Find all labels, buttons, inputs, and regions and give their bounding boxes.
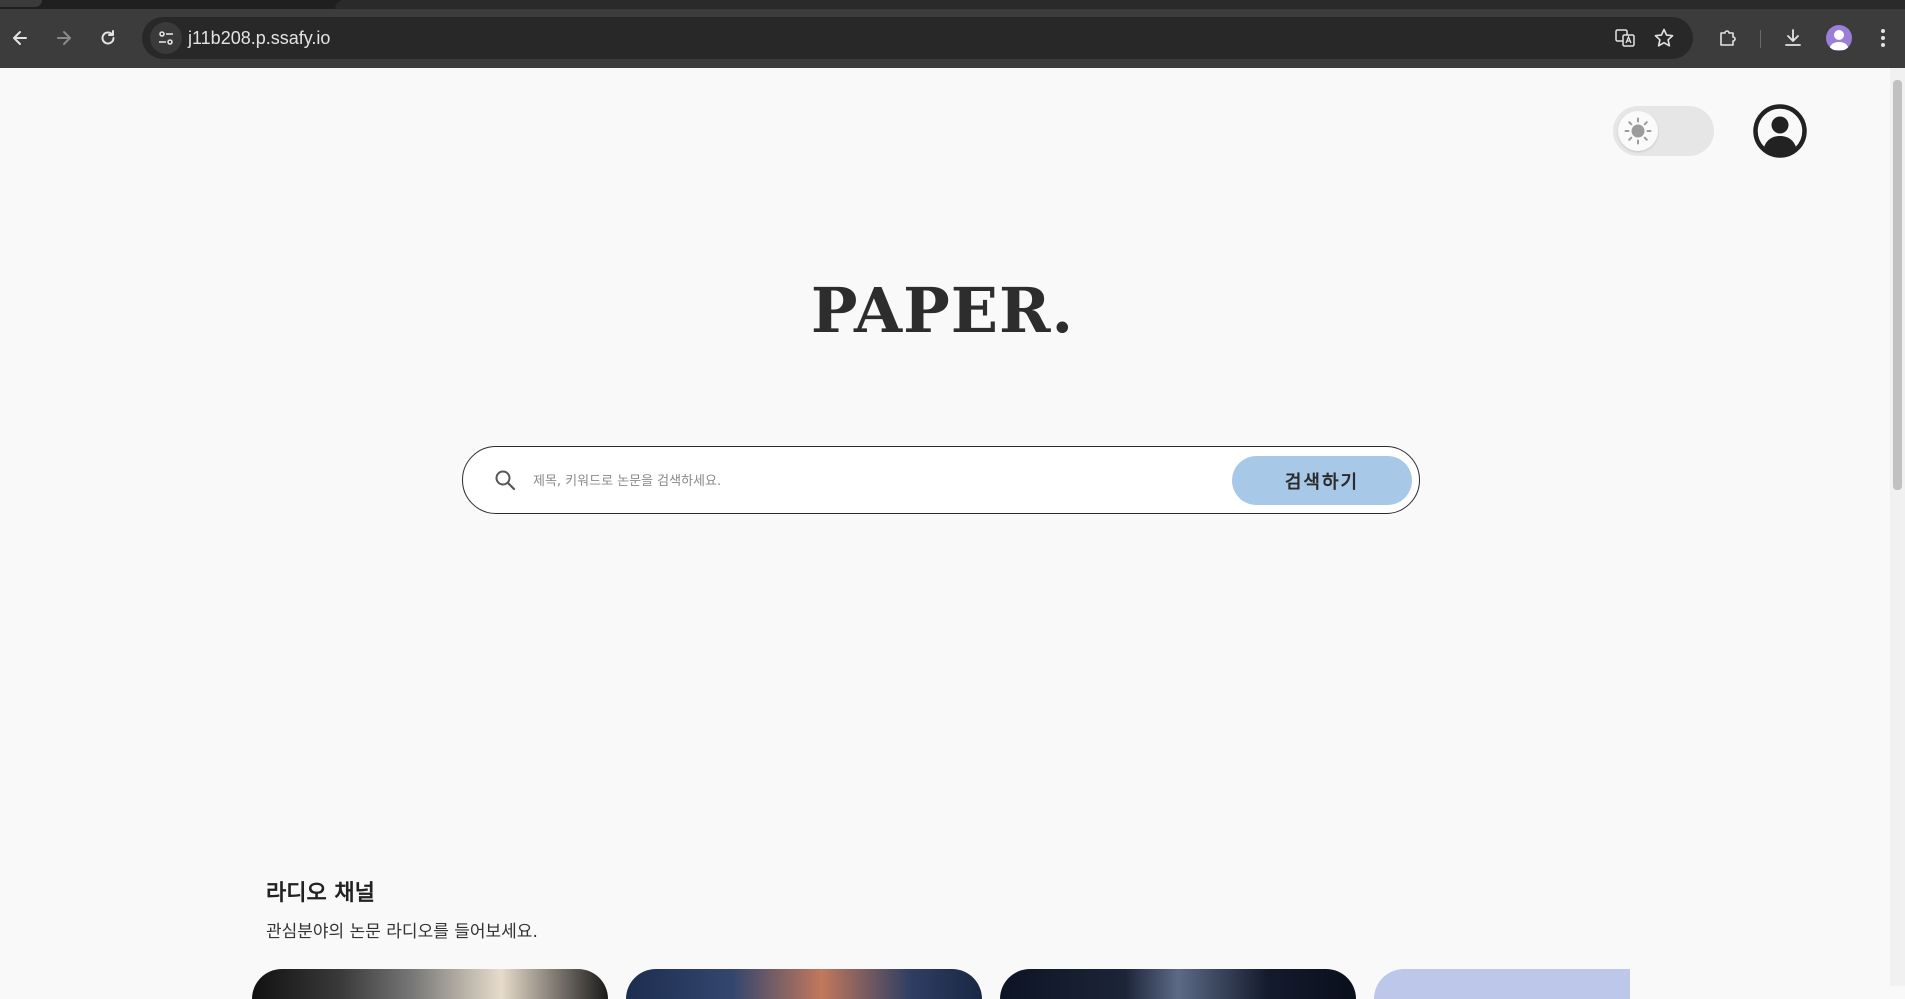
more-vertical-icon (1881, 29, 1885, 47)
arrow-left-icon (13, 31, 27, 45)
radio-card-2[interactable] (626, 969, 982, 999)
search-icon (495, 470, 516, 491)
profile-avatar[interactable] (1826, 25, 1852, 51)
radio-card-4[interactable] (1374, 969, 1630, 999)
theme-toggle[interactable] (1613, 106, 1714, 156)
radio-card-3[interactable] (1000, 969, 1356, 999)
toolbar-divider (1760, 30, 1761, 48)
radio-section-title: 라디오 채널 (266, 881, 375, 906)
extensions-button[interactable] (1713, 23, 1743, 53)
back-button[interactable] (0, 18, 40, 58)
download-icon (1785, 29, 1801, 46)
tune-icon (159, 31, 173, 45)
search-input[interactable] (531, 459, 1075, 503)
active-tab-edge[interactable] (0, 0, 42, 7)
bookmark-button[interactable] (1649, 23, 1679, 53)
reload-icon (101, 30, 115, 45)
browser-toolbar: j11b208.p.ssafy.io (0, 9, 1905, 68)
sun-icon (1624, 117, 1652, 145)
reload-button[interactable] (88, 18, 128, 58)
translate-icon (1615, 29, 1635, 47)
translate-button[interactable] (1610, 23, 1640, 53)
search-button[interactable]: 검색하기 (1232, 456, 1412, 505)
arrow-right-icon (57, 31, 71, 45)
user-profile-button[interactable] (1752, 103, 1808, 159)
browser-menu-button[interactable] (1868, 23, 1898, 53)
address-bar[interactable]: j11b208.p.ssafy.io (142, 17, 1693, 59)
site-logo[interactable]: PAPER. (0, 280, 1885, 342)
person-icon (1829, 30, 1849, 50)
radio-card-1[interactable] (252, 969, 608, 999)
forward-button[interactable] (44, 18, 84, 58)
scrollbar-thumb[interactable] (1893, 80, 1902, 490)
site-info-button[interactable] (150, 22, 182, 54)
downloads-button[interactable] (1778, 23, 1808, 53)
page-viewport: PAPER. 검색하기 라디오 채널 관심분야의 논문 라디오를 들어보세요. (0, 68, 1890, 986)
theme-toggle-knob[interactable] (1618, 111, 1658, 151)
user-circle-icon (1753, 104, 1807, 158)
tab-strip (0, 0, 1905, 9)
search-bar: 검색하기 (462, 446, 1420, 514)
star-icon (1654, 28, 1674, 47)
inactive-tab-area[interactable] (335, 0, 1905, 9)
url-text[interactable]: j11b208.p.ssafy.io (188, 17, 330, 59)
radio-section-subtitle: 관심분야의 논문 라디오를 들어보세요. (266, 922, 538, 942)
puzzle-icon (1720, 30, 1736, 46)
